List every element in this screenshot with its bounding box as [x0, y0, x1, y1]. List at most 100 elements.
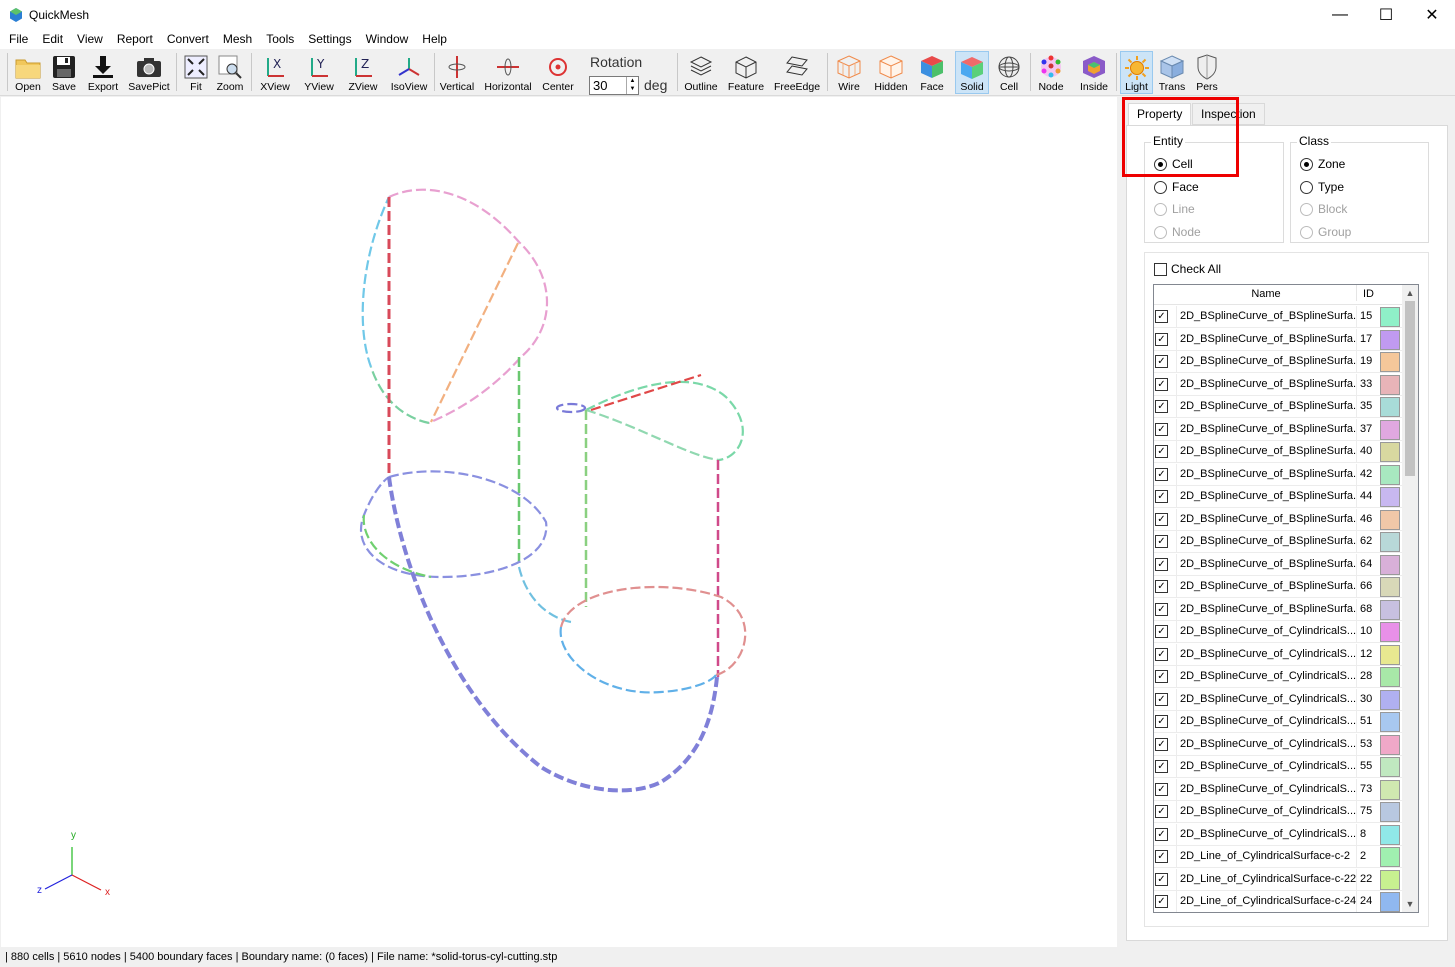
row-color-swatch[interactable]: [1380, 824, 1400, 845]
list-item[interactable]: ✓ 2D_BSplineCurve_of_BSplineSurfa... 68: [1154, 598, 1402, 621]
row-color-swatch[interactable]: [1380, 644, 1400, 665]
row-color-swatch[interactable]: [1380, 667, 1400, 687]
list-item[interactable]: ✓ 2D_BSplineCurve_of_CylindricalS... 51: [1154, 711, 1402, 733]
list-item[interactable]: ✓ 2D_BSplineCurve_of_BSplineSurfa... 62: [1154, 531, 1402, 553]
scroll-thumb[interactable]: [1405, 301, 1415, 476]
cell-button[interactable]: Cell: [994, 51, 1024, 94]
row-checkbox[interactable]: ✓: [1155, 467, 1168, 481]
class-radio-zone[interactable]: Zone: [1300, 157, 1345, 171]
row-color-swatch[interactable]: [1380, 419, 1400, 440]
column-header-name[interactable]: Name: [1176, 288, 1356, 300]
row-checkbox[interactable]: ✓: [1155, 602, 1168, 616]
row-color-swatch[interactable]: [1380, 397, 1400, 417]
list-item[interactable]: ✓ 2D_BSplineCurve_of_BSplineSurfa... 64: [1154, 553, 1402, 576]
open-button[interactable]: Open: [12, 51, 44, 94]
column-header-id[interactable]: ID: [1356, 285, 1380, 301]
row-color-swatch[interactable]: [1380, 892, 1400, 912]
outline-button[interactable]: Outline: [682, 51, 720, 94]
row-checkbox[interactable]: ✓: [1155, 782, 1168, 796]
wire-button[interactable]: Wire: [832, 51, 866, 94]
row-checkbox[interactable]: ✓: [1155, 557, 1168, 571]
list-item[interactable]: ✓ 2D_BSplineCurve_of_BSplineSurfa... 19: [1154, 351, 1402, 373]
close-button[interactable]: ✕: [1409, 0, 1455, 30]
menu-edit[interactable]: Edit: [35, 30, 70, 49]
row-color-swatch[interactable]: [1380, 532, 1400, 552]
row-color-swatch[interactable]: [1380, 554, 1400, 575]
row-checkbox[interactable]: ✓: [1155, 647, 1168, 661]
row-checkbox[interactable]: ✓: [1155, 535, 1168, 548]
row-color-swatch[interactable]: [1380, 577, 1400, 597]
pers-button[interactable]: Pers: [1192, 51, 1222, 94]
row-checkbox[interactable]: ✓: [1155, 670, 1168, 683]
row-color-swatch[interactable]: [1380, 802, 1400, 822]
row-checkbox[interactable]: ✓: [1155, 872, 1168, 886]
menu-mesh[interactable]: Mesh: [216, 30, 259, 49]
row-color-swatch[interactable]: [1380, 779, 1400, 800]
zoom-button[interactable]: Zoom: [214, 51, 246, 94]
menu-view[interactable]: View: [70, 30, 110, 49]
row-color-swatch[interactable]: [1380, 622, 1400, 642]
save-button[interactable]: Save: [49, 51, 79, 94]
row-color-swatch[interactable]: [1380, 734, 1400, 755]
3d-viewport[interactable]: y x z: [1, 97, 1117, 947]
solid-button[interactable]: Solid: [955, 51, 989, 94]
export-button[interactable]: Export: [86, 51, 120, 94]
list-item[interactable]: ✓ 2D_BSplineCurve_of_CylindricalS... 28: [1154, 666, 1402, 688]
inside-button[interactable]: Inside: [1077, 51, 1111, 94]
row-checkbox[interactable]: ✓: [1155, 490, 1168, 503]
list-item[interactable]: ✓ 2D_BSplineCurve_of_BSplineSurfa... 40: [1154, 441, 1402, 463]
row-checkbox[interactable]: ✓: [1155, 310, 1168, 323]
row-checkbox[interactable]: ✓: [1155, 400, 1168, 413]
class-radio-type[interactable]: Type: [1300, 180, 1344, 194]
row-color-swatch[interactable]: [1380, 689, 1400, 710]
row-color-swatch[interactable]: [1380, 374, 1400, 395]
row-checkbox[interactable]: ✓: [1155, 827, 1168, 841]
row-checkbox[interactable]: ✓: [1155, 895, 1168, 908]
row-checkbox[interactable]: ✓: [1155, 422, 1168, 436]
hidden-button[interactable]: Hidden: [872, 51, 910, 94]
list-item[interactable]: ✓ 2D_BSplineCurve_of_CylindricalS... 55: [1154, 756, 1402, 778]
feature-button[interactable]: Feature: [726, 51, 766, 94]
row-color-swatch[interactable]: [1380, 712, 1400, 732]
list-item[interactable]: ✓ 2D_BSplineCurve_of_BSplineSurfa... 37: [1154, 418, 1402, 441]
row-color-swatch[interactable]: [1380, 599, 1400, 620]
maximize-button[interactable]: ☐: [1363, 0, 1409, 30]
fit-button[interactable]: Fit: [182, 51, 210, 94]
row-color-swatch[interactable]: [1380, 847, 1400, 867]
list-item[interactable]: ✓ 2D_BSplineCurve_of_CylindricalS... 8: [1154, 823, 1402, 846]
list-item[interactable]: ✓ 2D_BSplineCurve_of_BSplineSurfa... 46: [1154, 508, 1402, 531]
light-button[interactable]: Light: [1120, 51, 1153, 94]
list-item[interactable]: ✓ 2D_BSplineCurve_of_CylindricalS... 10: [1154, 621, 1402, 643]
row-checkbox[interactable]: ✓: [1155, 805, 1168, 818]
zone-list-scrollbar[interactable]: ▲ ▼: [1402, 285, 1418, 912]
row-color-swatch[interactable]: [1380, 869, 1400, 890]
xview-button[interactable]: X XView: [256, 51, 294, 94]
menu-file[interactable]: File: [2, 30, 35, 49]
row-color-swatch[interactable]: [1380, 329, 1400, 350]
row-color-swatch[interactable]: [1380, 757, 1400, 777]
face-button[interactable]: Face: [915, 51, 949, 94]
list-item[interactable]: ✓ 2D_BSplineCurve_of_BSplineSurfa... 15: [1154, 306, 1402, 328]
list-item[interactable]: ✓ 2D_BSplineCurve_of_BSplineSurfa... 17: [1154, 328, 1402, 351]
node-button[interactable]: Node: [1035, 51, 1067, 94]
yview-button[interactable]: Y YView: [300, 51, 338, 94]
list-item[interactable]: ✓ 2D_Line_of_CylindricalSurface-c-22 22: [1154, 868, 1402, 891]
row-checkbox[interactable]: ✓: [1155, 715, 1168, 728]
list-item[interactable]: ✓ 2D_BSplineCurve_of_CylindricalS... 12: [1154, 643, 1402, 666]
list-item[interactable]: ✓ 2D_BSplineCurve_of_BSplineSurfa... 44: [1154, 486, 1402, 508]
list-item[interactable]: ✓ 2D_BSplineCurve_of_BSplineSurfa... 35: [1154, 396, 1402, 418]
list-item[interactable]: ✓ 2D_Line_of_CylindricalSurface-c-24 24: [1154, 891, 1402, 912]
zone-list[interactable]: Name ID ✓ 2D_BSplineCurve_of_BSplineSurfa…: [1153, 284, 1419, 913]
menu-report[interactable]: Report: [110, 30, 160, 49]
row-checkbox[interactable]: ✓: [1155, 760, 1168, 773]
row-color-swatch[interactable]: [1380, 509, 1400, 530]
entity-radio-face[interactable]: Face: [1154, 180, 1199, 194]
list-item[interactable]: ✓ 2D_BSplineCurve_of_CylindricalS... 53: [1154, 733, 1402, 756]
row-checkbox[interactable]: ✓: [1155, 377, 1168, 391]
check-all-checkbox[interactable]: Check All: [1154, 262, 1221, 276]
rotation-spinner[interactable]: ▲ ▼: [626, 77, 638, 94]
row-color-swatch[interactable]: [1380, 307, 1400, 327]
trans-button[interactable]: Trans: [1156, 51, 1188, 94]
horizontal-button[interactable]: Horizontal: [483, 51, 533, 94]
isoview-button[interactable]: IsoView: [388, 51, 430, 94]
